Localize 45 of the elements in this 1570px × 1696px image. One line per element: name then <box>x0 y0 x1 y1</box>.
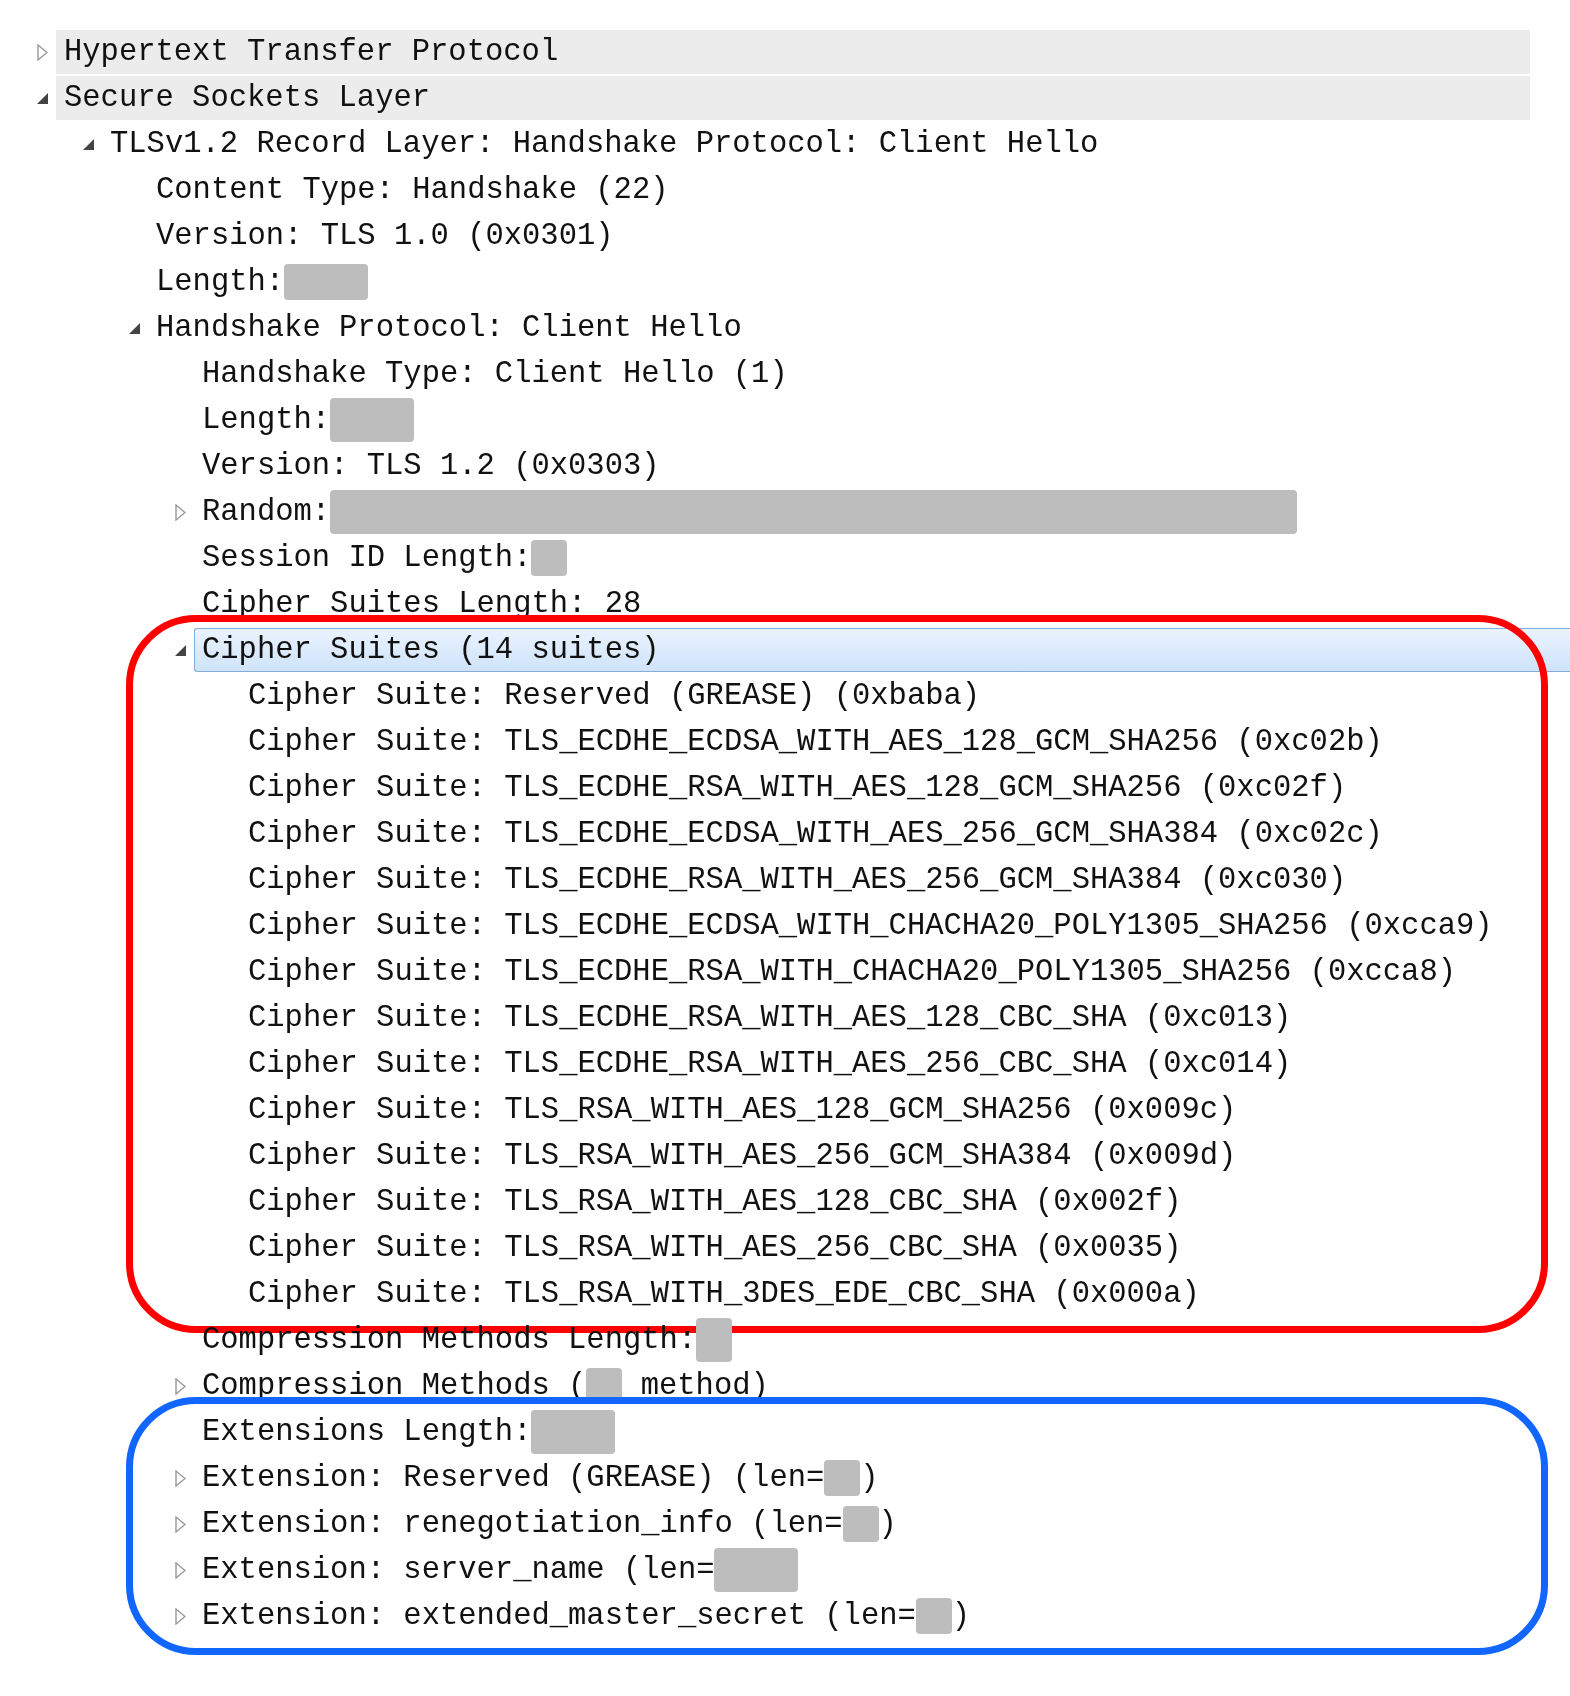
collapse-triangle-icon[interactable] <box>36 91 49 105</box>
tree-item[interactable]: Cipher Suite: Reserved (GREASE) (0xbaba) <box>240 674 988 718</box>
tree-item[interactable]: TLSv1.2 Record Layer: Handshake Protocol: Client Hello <box>102 122 1106 166</box>
tree-item[interactable]: Session ID Length: <box>194 536 575 580</box>
expand-triangle-icon[interactable] <box>37 43 48 61</box>
tree-item[interactable]: Content Type: Handshake (22) <box>148 168 676 212</box>
tree-item[interactable]: Version: TLS 1.0 (0x0301) <box>148 214 621 258</box>
tree-item[interactable]: Extension: Reserved (GREASE) (len= ) <box>194 1456 886 1500</box>
tree-item[interactable]: Cipher Suite: TLS_ECDHE_RSA_WITH_AES_256_CBC_SHA (0xc014) <box>240 1042 1299 1086</box>
tree-item[interactable]: Handshake Type: Client Hello (1) <box>194 352 795 396</box>
tree-item[interactable]: Extension: server_name (len= <box>194 1548 806 1592</box>
expand-triangle-icon[interactable] <box>175 1469 186 1487</box>
tree-item[interactable]: Length: <box>148 260 376 304</box>
tree-item[interactable]: Secure Sockets Layer <box>56 76 1530 120</box>
tree-item[interactable]: Cipher Suites Length: 28 <box>194 582 649 626</box>
tree-item[interactable]: Cipher Suite: TLS_RSA_WITH_AES_256_CBC_SHA (0x0035) <box>240 1226 1189 1270</box>
tree-item[interactable]: Cipher Suite: TLS_RSA_WITH_3DES_EDE_CBC_SHA (0x000a) <box>240 1272 1207 1316</box>
tree-item[interactable]: Cipher Suites (14 suites) <box>194 628 1570 672</box>
tree-item[interactable]: Cipher Suite: TLS_ECDHE_ECDSA_WITH_AES_256_GCM_SHA384 (0xc02c) <box>240 812 1390 856</box>
tree-item[interactable]: Cipher Suite: TLS_RSA_WITH_AES_128_CBC_SHA (0x002f) <box>240 1180 1189 1224</box>
tree-item[interactable]: Cipher Suite: TLS_ECDHE_RSA_WITH_AES_128_CBC_SHA (0xc013) <box>240 996 1299 1040</box>
tree-item[interactable]: Length: <box>194 398 422 442</box>
tree-item[interactable]: Random: <box>194 490 1305 534</box>
expand-triangle-icon[interactable] <box>175 1561 186 1579</box>
tree-item[interactable]: Handshake Protocol: Client Hello <box>148 306 749 350</box>
tree-item[interactable]: Extensions Length: <box>194 1410 623 1454</box>
tree-item[interactable]: Cipher Suite: TLS_ECDHE_ECDSA_WITH_AES_128_GCM_SHA256 (0xc02b) <box>240 720 1390 764</box>
tree-item[interactable]: Extension: extended_master_secret (len= ) <box>194 1594 978 1638</box>
tree-item[interactable]: Cipher Suite: TLS_RSA_WITH_AES_128_GCM_SHA256 (0x009c) <box>240 1088 1244 1132</box>
expand-triangle-icon[interactable] <box>175 1515 186 1533</box>
expand-triangle-icon[interactable] <box>175 1607 186 1625</box>
tree-item[interactable]: Version: TLS 1.2 (0x0303) <box>194 444 667 488</box>
collapse-triangle-icon[interactable] <box>82 137 95 151</box>
tree-item[interactable]: Cipher Suite: TLS_RSA_WITH_AES_256_GCM_SHA384 (0x009d) <box>240 1134 1244 1178</box>
collapse-triangle-icon[interactable] <box>128 321 141 335</box>
tree-item[interactable]: Cipher Suite: TLS_ECDHE_RSA_WITH_AES_256_GCM_SHA384 (0xc030) <box>240 858 1354 902</box>
tree-item[interactable]: Hypertext Transfer Protocol <box>56 30 1530 74</box>
tree-item[interactable]: Cipher Suite: TLS_ECDHE_ECDSA_WITH_CHACHA20_POLY1305_SHA256 (0xcca9) <box>240 904 1500 948</box>
collapse-triangle-icon[interactable] <box>174 643 187 657</box>
tree-item[interactable]: Extension: renegotiation_info (len= ) <box>194 1502 904 1546</box>
tree-item[interactable]: Compression Methods Length: <box>194 1318 740 1362</box>
expand-triangle-icon[interactable] <box>175 1377 186 1395</box>
tree-item[interactable]: Cipher Suite: TLS_ECDHE_RSA_WITH_AES_128_GCM_SHA256 (0xc02f) <box>240 766 1354 810</box>
tree-item[interactable]: Cipher Suite: TLS_ECDHE_RSA_WITH_CHACHA20_POLY1305_SHA256 (0xcca8) <box>240 950 1463 994</box>
expand-triangle-icon[interactable] <box>175 503 186 521</box>
